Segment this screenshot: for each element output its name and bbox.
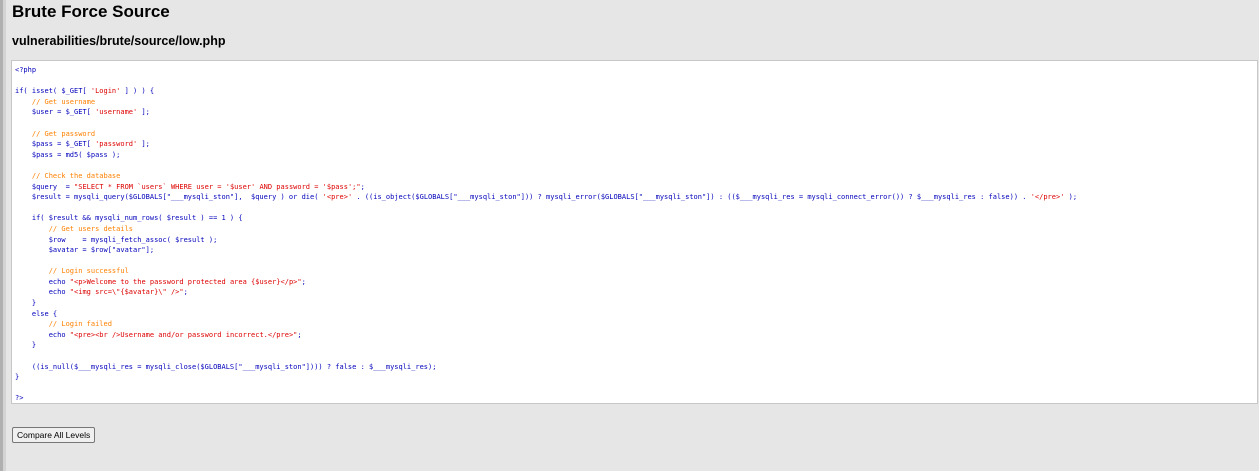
code-line: $row = mysqli_fetch_assoc( $result );	[15, 235, 218, 244]
code-line: if( isset( $_GET[ 'Login' ] ) ) {	[15, 87, 155, 96]
page-title: Brute Force Source	[12, 2, 170, 21]
code-line: }	[15, 373, 20, 382]
code-line: // Check the database	[15, 171, 121, 180]
code-line: $pass = md5( $pass );	[15, 150, 121, 159]
code-line: <?php	[15, 66, 37, 74]
code-line: $pass = $_GET[ 'password' ];	[15, 140, 150, 149]
code-line: $result = mysqli_query($GLOBALS["___mysq…	[15, 193, 1078, 202]
compare-all-levels-button[interactable]: Compare All Levels	[12, 427, 96, 443]
window-left-border	[0, 0, 6, 471]
code-line: // Login failed	[15, 320, 112, 329]
code-line: }	[15, 341, 37, 350]
code-line: echo "<img src=\"{$avatar}\" />";	[15, 288, 188, 297]
main-content: Brute Force Source vulnerabilities/brute…	[11, 0, 1259, 471]
code-line: $avatar = $row["avatar"];	[15, 246, 155, 255]
code-line: if( $result && mysqli_num_rows( $result …	[15, 214, 243, 223]
code-line: // Get username	[15, 97, 96, 106]
source-code-box: <?php if( isset( $_GET[ 'Login' ] ) ) { …	[11, 60, 1258, 404]
code-line: echo "<pre><br />Username and/or passwor…	[15, 330, 302, 339]
source-code: <?php if( isset( $_GET[ 'Login' ] ) ) { …	[12, 61, 1257, 403]
code-line: $query = "SELECT * FROM `users` WHERE us…	[15, 182, 365, 191]
code-line: echo "<p>Welcome to the password protect…	[15, 277, 306, 286]
code-line: }	[15, 299, 37, 308]
code-line: ((is_null($___mysqli_res = mysqli_close(…	[15, 362, 437, 371]
code-line: // Get password	[15, 129, 96, 138]
source-file-path: vulnerabilities/brute/source/low.php	[12, 34, 226, 48]
code-line: else {	[15, 309, 58, 318]
code-line: ?>	[15, 394, 24, 403]
code-line: // Get users details	[15, 224, 134, 233]
code-line: // Login successful	[15, 267, 129, 276]
code-line: $user = $_GET[ 'username' ];	[15, 108, 150, 117]
